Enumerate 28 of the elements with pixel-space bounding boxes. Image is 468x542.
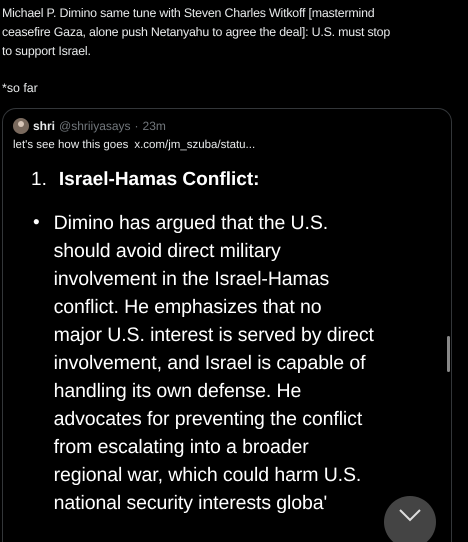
body-text: conflict. He emphasizes that no [54,295,323,320]
post-text: Michael P. Dimino same tune with Steven Charles Witkoff [mastermind [2,5,376,22]
post-text: to support Israel. [2,43,92,60]
author-handle: @shriiyasays [59,119,131,133]
link[interactable]: x.com/jm_szuba/statu... [134,139,256,151]
post-text: ceasefire Gaza, alone push Netanyahu to agree the deal]: U.S. must stop [2,24,392,41]
timestamp: 23m [142,119,166,133]
bullet: • [33,211,40,235]
heading: Israel-Hamas Conflict: [58,168,260,192]
body-text: handling its own defense. He [54,379,302,404]
list-number: 1. [31,168,47,192]
body-text: should avoid direct military [54,239,282,264]
quote-text: let's see how this goes x.com/jm_szuba/statu... [13,139,256,151]
body-text: from escalating into a broader [54,435,310,460]
body-text: major U.S. interest is served by direct [54,323,374,348]
chevron-down-icon [398,508,422,522]
body-text: Dimino has argued that the U.S. [54,211,330,236]
body-text: advocates for preventing the conflict [54,407,364,432]
body-text: involvement in the Israel-Hamas [54,267,330,292]
author-name: shri [33,119,56,133]
avatar-icon [13,118,29,134]
body-text: regional war, which could harm U.S. [54,463,362,488]
post-text: *so far [2,80,39,97]
scroll-down-button[interactable] [384,496,436,542]
separator: · [134,119,139,133]
body-text: involvement, and Israel is capable of [54,351,366,376]
scrollbar-thumb[interactable] [447,336,450,372]
body-text: national security interests globa' [54,491,328,516]
